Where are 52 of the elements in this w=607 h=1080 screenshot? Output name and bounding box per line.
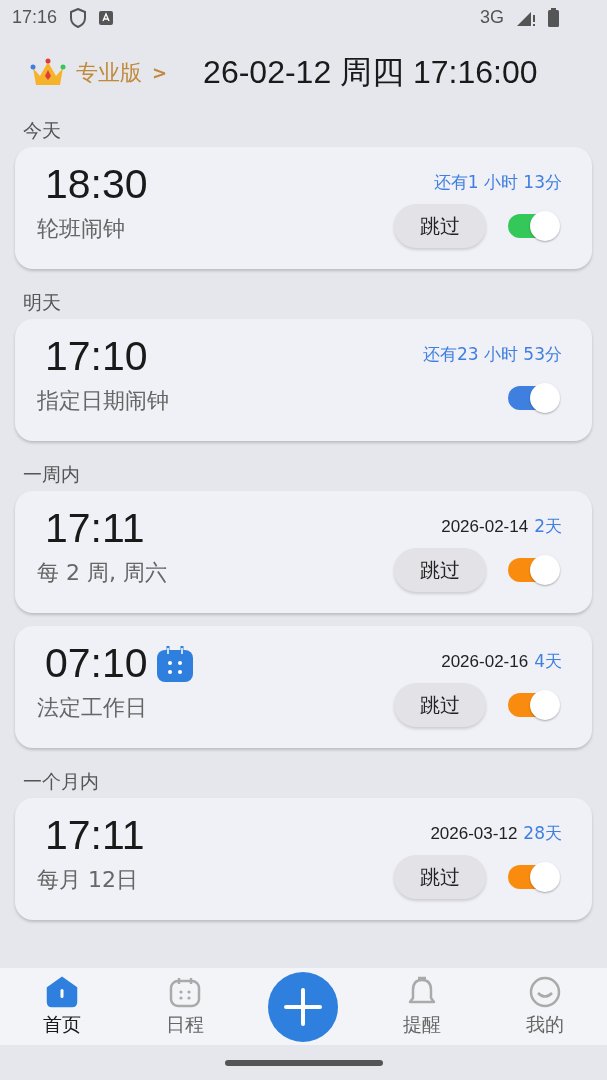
skip-button[interactable]: 跳过 [394,548,486,592]
status-time: 17:16 [12,7,58,28]
skip-button[interactable]: 跳过 [394,683,486,727]
current-datetime: 26-02-12 周四 17:16:00 [203,52,538,92]
time-remaining: 28天 [523,822,562,845]
time-remaining: 2天 [534,515,562,538]
section-title: 一个月内 [22,769,100,794]
nav-tab[interactable]: 提醒 [381,975,462,1038]
keyboard-icon [99,10,114,25]
alarm-time: 07:10 [44,640,148,687]
alarm-time: 17:11 [44,505,145,552]
chevron-text: > [152,62,168,83]
crown-icon [30,57,66,88]
time-remaining: 还有1 小时 13分 [433,171,562,194]
alarm-label: 法定工作日 [37,694,148,722]
alarm-card[interactable]: 07:10 法定工作日 2026-02-16 4天 跳过 [15,626,592,748]
plus-icon [283,986,324,1027]
alarm-time: 17:11 [44,812,145,859]
alarm-date: 2026-02-14 [441,517,529,537]
skip-button[interactable]: 跳过 [394,855,486,899]
alarm-toggle[interactable] [506,860,562,894]
alarm-date: 2026-03-12 [430,824,518,844]
nav-tab[interactable]: 日程 [145,975,226,1038]
alarm-label: 每月 12日 [37,866,139,894]
calendar-icon [168,975,203,1008]
nav-tab[interactable]: 我的 [505,975,586,1038]
nav-tab[interactable]: 首页 [21,975,102,1038]
section-title: 明天 [22,290,62,315]
alarm-card[interactable]: 17:11 每 2 周, 周六 2026-02-14 2天 跳过 [15,491,592,613]
smile-icon [528,975,563,1008]
alarm-date: 2026-02-16 [441,652,529,672]
battery-icon [548,8,559,27]
alarm-toggle[interactable] [506,381,562,415]
alarm-time: 18:30 [44,161,148,208]
alarm-card[interactable]: 17:10 指定日期闹钟 还有23 小时 53分 [15,319,592,441]
skip-button[interactable]: 跳过 [394,204,486,248]
alarm-time: 17:10 [44,333,148,380]
time-remaining: 4天 [534,650,562,673]
alarm-toggle[interactable] [506,553,562,587]
alarm-card[interactable]: 18:30 轮班闹钟 还有1 小时 13分 跳过 [15,147,592,269]
alarm-toggle[interactable] [506,209,562,243]
section-title: 今天 [22,118,62,143]
alarm-label: 轮班闹钟 [37,215,126,243]
alarm-label: 每 2 周, 周六 [37,559,167,587]
section-title: 一周内 [22,462,81,487]
alarm-card[interactable]: 17:11 每月 12日 2026-03-12 28天 跳过 [15,798,592,920]
network-type: 3G [480,7,504,28]
home-icon [44,975,79,1008]
shield-icon [69,7,88,28]
alarm-label: 指定日期闹钟 [37,387,169,415]
time-remaining: 还有23 小时 53分 [422,343,562,366]
alarm-toggle[interactable] [506,688,562,722]
